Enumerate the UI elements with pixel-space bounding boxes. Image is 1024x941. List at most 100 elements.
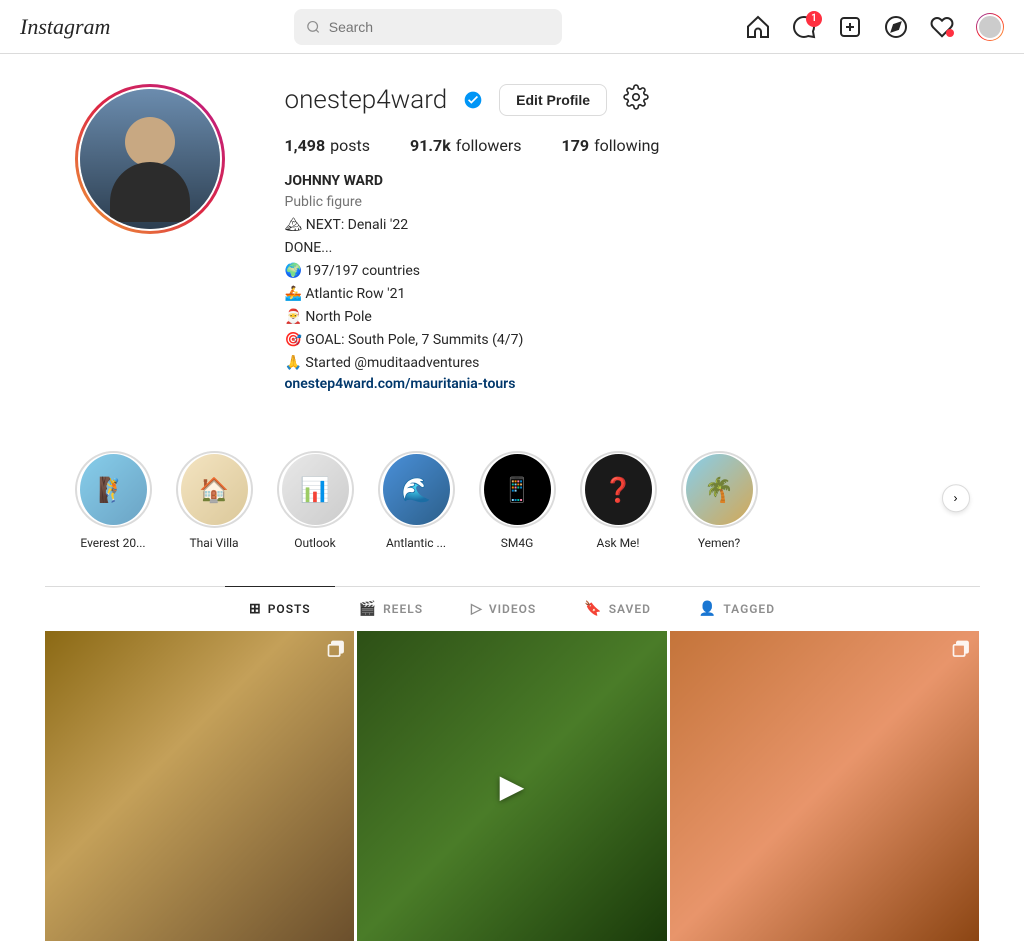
highlight-img: 📊 [282, 454, 349, 525]
create-icon-btn[interactable] [838, 15, 862, 39]
highlight-label: SM4G [501, 536, 534, 550]
following-label: following [594, 136, 659, 155]
explore-icon-btn[interactable] [884, 15, 908, 39]
stats-row: 1,498 posts 91.7k followers 179 followin… [285, 136, 980, 155]
highlight-img-inner: 🌊 [383, 454, 450, 525]
highlight-img: 🧗 [80, 454, 147, 525]
highlight-ring: 🌊 [378, 451, 455, 528]
header: Instagram 1 [0, 0, 1024, 54]
avatar-small-photo [977, 14, 1003, 40]
profile-avatar-small [976, 13, 1004, 41]
bio-line-4: 🚣 Atlantic Row '21 [285, 284, 980, 305]
search-icon [306, 19, 321, 35]
multi-icon-overlay [326, 639, 346, 663]
verified-icon [463, 90, 483, 110]
highlight-ring: 📊 [277, 451, 354, 528]
highlight-img-inner: 📊 [282, 454, 349, 525]
highlight-item[interactable]: 🌊 Antlantic ... [378, 451, 455, 550]
avatar-photo[interactable] [80, 89, 220, 229]
settings-icon-btn[interactable] [623, 84, 649, 116]
tab-videos[interactable]: ▷ VIDEOS [447, 586, 560, 631]
highlights-section: 🧗 Everest 20... 🏠 Thai Villa 📊 Outlook 🌊… [45, 415, 980, 586]
profile-section: onestep4ward Edit Profile 1,498 posts [45, 54, 980, 415]
home-icon-btn[interactable] [746, 15, 770, 39]
bio-line-2: DONE... [285, 238, 980, 259]
multi-post-icon [951, 639, 971, 659]
bio-link[interactable]: onestep4ward.com/mauritania-tours [285, 376, 516, 392]
grid-item[interactable] [670, 631, 980, 941]
search-input[interactable] [329, 19, 550, 35]
avatar-ring [75, 84, 225, 234]
posts-grid: ▶ [45, 631, 980, 941]
tab-reels[interactable]: 🎬 REELS [335, 586, 447, 631]
messages-badge: 1 [806, 11, 822, 27]
bio-line-5: 🎅 North Pole [285, 307, 980, 328]
avatar-inner [78, 87, 222, 231]
highlight-item[interactable]: 🧗 Everest 20... [75, 451, 152, 550]
highlight-item[interactable]: 📱 SM4G [479, 451, 556, 550]
profile-username: onestep4ward [285, 85, 448, 115]
messages-icon-btn[interactable]: 1 [792, 15, 816, 39]
highlights-next-btn[interactable]: › [942, 484, 970, 512]
tabs-section: ⊞ POSTS 🎬 REELS ▷ VIDEOS 🔖 SAVED 👤 TAGGE… [45, 586, 980, 631]
multi-post-icon [326, 639, 346, 659]
likes-icon-btn[interactable] [930, 15, 954, 39]
highlight-img-inner: 📱 [484, 454, 551, 525]
grid-item[interactable] [45, 631, 355, 941]
highlight-ring: 🏠 [176, 451, 253, 528]
highlight-item[interactable]: 🌴 Yemen? [681, 451, 758, 550]
explore-icon [884, 15, 908, 39]
tab-icon-posts: ⊞ [249, 601, 262, 617]
create-icon [838, 15, 862, 39]
posts-count: 1,498 [285, 136, 326, 155]
highlight-label: Antlantic ... [386, 536, 446, 550]
bio-line-3: 🌍 197/197 countries [285, 261, 980, 282]
highlight-item[interactable]: 📊 Outlook [277, 451, 354, 550]
tab-label-reels: REELS [383, 602, 423, 616]
avatar-photo-sim [80, 89, 220, 229]
followers-stat[interactable]: 91.7k followers [410, 136, 522, 155]
bio: JOHNNY WARD Public figure 🏔 NEXT: Denali… [285, 171, 980, 395]
tab-icon-tagged: 👤 [699, 601, 717, 617]
bio-name: JOHNNY WARD [285, 171, 980, 192]
followers-label: followers [456, 136, 522, 155]
following-count: 179 [562, 136, 590, 155]
tab-icon-videos: ▷ [471, 601, 483, 617]
main-content: onestep4ward Edit Profile 1,498 posts [45, 0, 980, 941]
highlight-img: 📱 [484, 454, 551, 525]
tab-saved[interactable]: 🔖 SAVED [560, 586, 675, 631]
tab-label-saved: SAVED [609, 602, 651, 616]
posts-stat[interactable]: 1,498 posts [285, 136, 371, 155]
header-icons: 1 [746, 13, 1004, 41]
play-icon: ▶ [500, 767, 525, 805]
tab-label-tagged: TAGGED [723, 602, 775, 616]
grid-item[interactable]: ▶ [357, 631, 667, 941]
tab-tagged[interactable]: 👤 TAGGED [675, 586, 799, 631]
posts-label: posts [330, 136, 370, 155]
tab-icon-saved: 🔖 [584, 601, 602, 617]
highlight-ring: 🧗 [75, 451, 152, 528]
highlight-img-inner: 🏠 [181, 454, 248, 525]
highlight-item[interactable]: ❓ Ask Me! [580, 451, 657, 550]
profile-avatar-btn[interactable] [976, 13, 1004, 41]
bio-role: Public figure [285, 192, 980, 213]
profile-info: onestep4ward Edit Profile 1,498 posts [285, 84, 980, 395]
followers-count: 91.7k [410, 136, 451, 155]
highlight-img: ❓ [585, 454, 652, 525]
highlight-ring: 🌴 [681, 451, 758, 528]
tabs-row: ⊞ POSTS 🎬 REELS ▷ VIDEOS 🔖 SAVED 👤 TAGGE… [45, 587, 980, 631]
highlight-ring: 📱 [479, 451, 556, 528]
tab-posts[interactable]: ⊞ POSTS [225, 586, 335, 631]
search-bar[interactable] [294, 9, 562, 45]
profile-name-row: onestep4ward Edit Profile [285, 84, 980, 116]
highlight-img-inner: ❓ [585, 454, 652, 525]
multi-icon-overlay [951, 639, 971, 663]
highlight-img: 🌴 [686, 454, 753, 525]
highlight-item[interactable]: 🏠 Thai Villa [176, 451, 253, 550]
highlight-label: Yemen? [698, 536, 740, 550]
edit-profile-button[interactable]: Edit Profile [499, 84, 607, 116]
following-stat[interactable]: 179 following [562, 136, 660, 155]
bio-line-6: 🎯 GOAL: South Pole, 7 Summits (4/7) [285, 330, 980, 351]
bio-line-1: 🏔 NEXT: Denali '22 [285, 215, 980, 236]
highlight-label: Everest 20... [80, 536, 145, 550]
